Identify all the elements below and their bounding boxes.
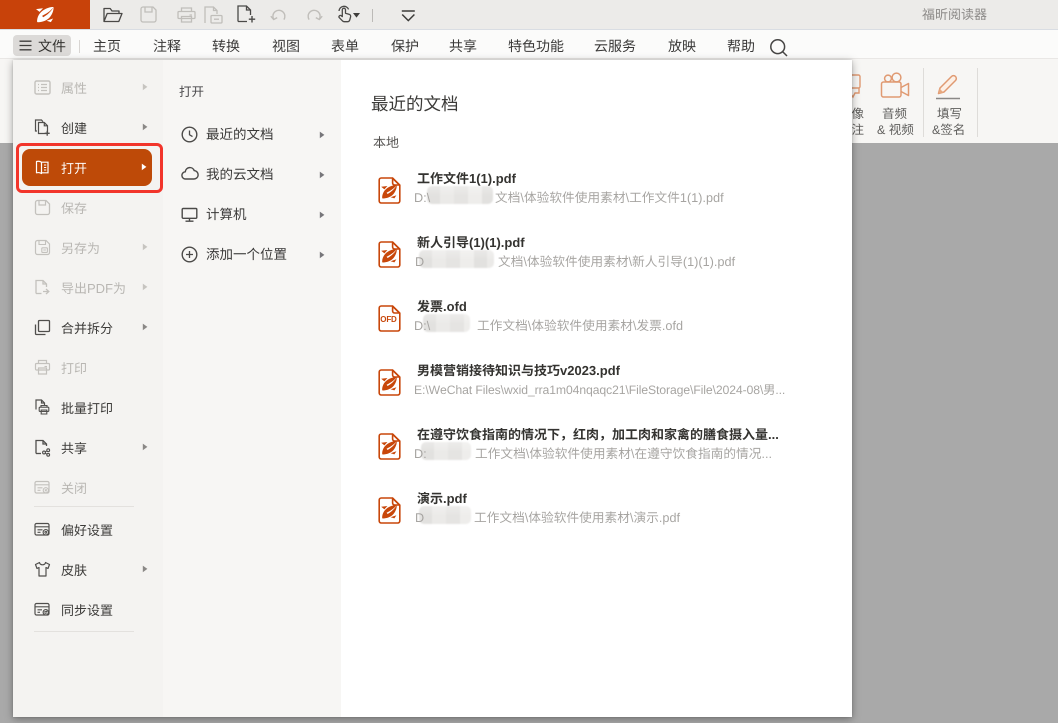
svg-text:OFD: OFD: [380, 315, 397, 324]
